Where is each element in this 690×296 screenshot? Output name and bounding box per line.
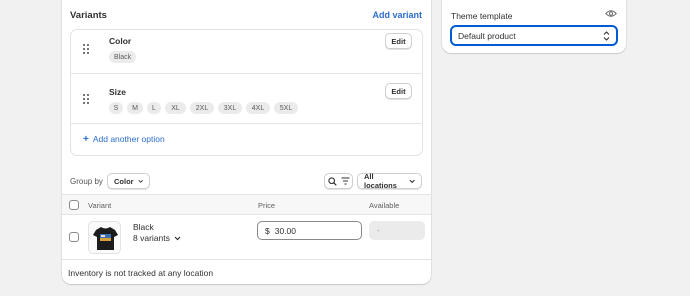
- tshirt-thumbnail[interactable]: [88, 221, 121, 254]
- locations-value: All locations: [364, 172, 397, 190]
- option-value-pill: 2XL: [190, 102, 214, 114]
- locations-select[interactable]: All locations: [357, 172, 422, 190]
- option-value-pill: 5XL: [274, 102, 298, 114]
- template-select-value: Default product: [458, 30, 516, 41]
- option-value-pill: 4XL: [246, 102, 270, 114]
- currency-prefix: $: [265, 225, 270, 236]
- row-checkbox[interactable]: [69, 232, 79, 242]
- column-header-price: Price: [258, 201, 276, 210]
- plus-icon: +: [83, 133, 89, 145]
- variant-name: Black: [133, 222, 154, 232]
- group-by-value: Color: [114, 176, 134, 186]
- theme-template-select[interactable]: Default product: [450, 25, 618, 46]
- option-value-pill: 3XL: [218, 102, 242, 114]
- select-arrows-icon: [603, 30, 610, 41]
- inventory-note: Inventory is not tracked at any location: [68, 268, 214, 278]
- search-icon: [327, 176, 337, 186]
- theme-template-label: Theme template: [451, 11, 513, 21]
- variant-count: 8 variants: [133, 233, 170, 243]
- variants-title: Variants: [70, 10, 107, 21]
- select-all-checkbox[interactable]: [69, 200, 79, 210]
- theme-template-card: Theme template Default product: [442, 0, 626, 53]
- drag-handle-icon[interactable]: [83, 94, 91, 104]
- price-input[interactable]: $ 30.00: [257, 221, 362, 240]
- option-name-color: Color: [109, 36, 132, 46]
- option-value-pill: M: [127, 102, 143, 114]
- available-input: -: [369, 221, 425, 240]
- group-by-select[interactable]: Color: [107, 173, 150, 189]
- add-variant-link[interactable]: Add variant: [372, 10, 422, 20]
- add-option-label: Add another option: [92, 134, 165, 144]
- divider: [71, 73, 422, 74]
- edit-size-button[interactable]: Edit: [385, 83, 412, 99]
- option-value-pill: L: [147, 102, 161, 114]
- option-value-pill: S: [109, 102, 123, 114]
- search-filter-button[interactable]: [324, 173, 353, 189]
- chevron-down-icon: [174, 236, 181, 240]
- chevron-down-icon: [409, 179, 415, 183]
- edit-color-button[interactable]: Edit: [385, 33, 412, 49]
- group-by-label: Group by: [70, 177, 103, 186]
- drag-handle-icon[interactable]: [83, 44, 91, 54]
- variants-card: Variants Add variant Color Black Edit Si…: [62, 0, 431, 284]
- column-header-variant: Variant: [88, 201, 112, 210]
- divider: [71, 123, 422, 124]
- price-value: 30.00: [274, 225, 297, 236]
- variant-count-toggle[interactable]: 8 variants: [133, 233, 181, 243]
- table-row[interactable]: Black 8 variants $ 30.00 -: [62, 215, 431, 260]
- options-panel: Color Black Edit Size S M L XL 2XL 3XL 4…: [70, 29, 423, 156]
- option-name-size: Size: [109, 87, 127, 97]
- chevron-down-icon: [138, 179, 143, 183]
- table-header: Variant Price Available: [62, 194, 431, 215]
- option-value-pill: Black: [109, 51, 137, 63]
- add-another-option-link[interactable]: + Add another option: [83, 134, 165, 144]
- column-header-available: Available: [369, 201, 400, 210]
- eye-icon[interactable]: [605, 9, 617, 18]
- option-value-pill: XL: [165, 102, 186, 114]
- filter-icon: [341, 177, 349, 185]
